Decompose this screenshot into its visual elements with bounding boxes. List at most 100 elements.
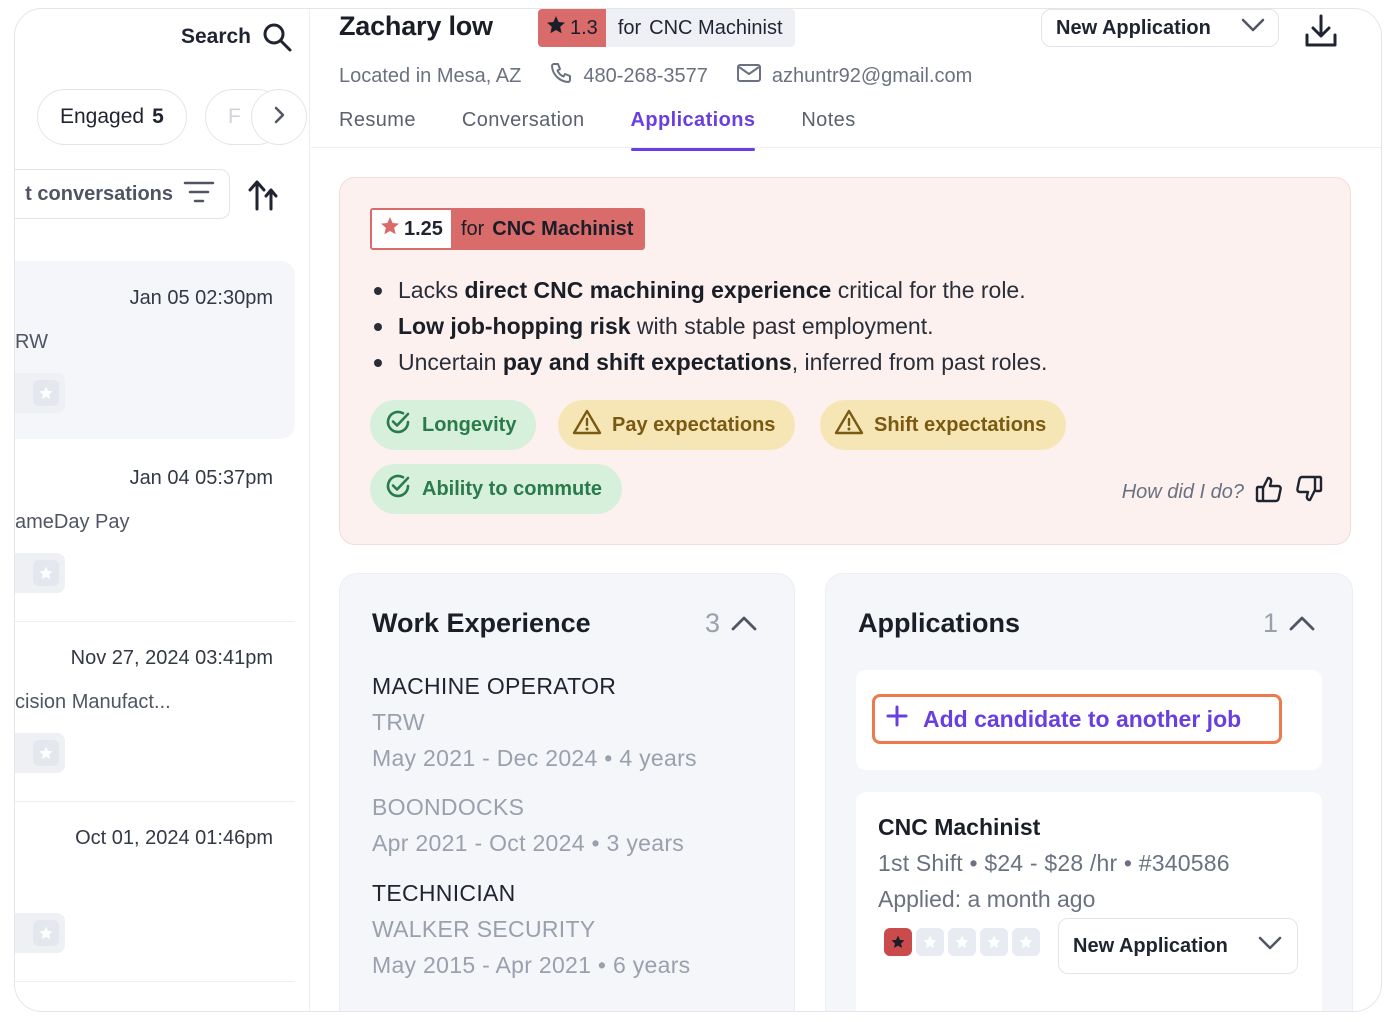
card-count: 1 <box>1262 608 1278 638</box>
candidate-score-chip: 1.3 for CNC Machinist <box>538 9 795 47</box>
summary-bullets: Lacks direct CNC machining experience cr… <box>374 272 1047 380</box>
job-dates: Apr 2021 - Oct 2024 • 3 years <box>372 830 685 856</box>
pill-engaged[interactable]: Engaged 5 <box>37 89 187 145</box>
pills-scroll-right-button[interactable] <box>251 89 307 145</box>
star-icon <box>33 380 59 406</box>
conversation-date: Oct 01, 2024 01:46pm <box>75 827 273 849</box>
chevron-right-icon <box>268 104 290 131</box>
add-application-section: Add candidate to another job <box>856 670 1322 770</box>
application-job-title[interactable]: CNC Machinist <box>878 814 1040 841</box>
candidate-location: Located in Mesa, AZ <box>339 64 522 87</box>
card-title: Applications <box>858 608 1021 638</box>
status-value: New Application <box>1056 16 1211 39</box>
conversation-list-item[interactable]: Nov 27, 2024 03:41pm cision Manufact... <box>15 621 295 799</box>
conversation-rating <box>15 913 65 953</box>
thumbs-down-icon[interactable] <box>1294 474 1324 510</box>
thumbs-up-icon[interactable] <box>1254 474 1284 510</box>
star-rating-2[interactable] <box>916 928 944 956</box>
tab-resume[interactable]: Resume <box>339 105 416 151</box>
work-experience-entry: BOONDOCKS Apr 2021 - Oct 2024 • 3 years <box>372 789 684 861</box>
pill-label: Engaged <box>60 105 145 128</box>
status-value: New Application <box>1073 934 1228 957</box>
pill-label: F <box>228 105 241 128</box>
chevron-down-icon <box>1240 16 1266 40</box>
fit-score-job-title: CNC Machinist <box>492 217 634 240</box>
fit-score-value: 1.25 <box>404 217 443 240</box>
score-number: 1.3 <box>570 16 598 39</box>
job-dates: May 2021 - Dec 2024 • 4 years <box>372 745 697 771</box>
search-label: Search <box>180 25 251 48</box>
candidate-contact-row: Located in Mesa, AZ 480-268-3577 azhuntr… <box>339 61 972 91</box>
star-icon <box>33 920 59 946</box>
summary-bullet: Low job-hopping risk with stable past em… <box>374 308 1047 344</box>
score-job-title: CNC Machinist <box>649 16 783 39</box>
ai-fit-summary: 1.25 for CNC Machinist Lacks direct CNC … <box>339 177 1351 545</box>
chevron-down-icon <box>1257 934 1283 958</box>
conversation-company: cision Manufact... <box>15 691 171 713</box>
conversation-company: ameDay Pay <box>15 511 130 533</box>
sort-button[interactable] <box>247 177 283 218</box>
candidate-detail-panel: Zachary low 1.3 for CNC Machinist New Ap… <box>311 9 1381 1011</box>
job-company: WALKER SECURITY <box>372 916 596 942</box>
star-rating-4[interactable] <box>980 928 1008 956</box>
work-experience-entry: MACHINE OPERATOR TRW May 2021 - Dec 2024… <box>372 668 697 776</box>
tab-applications[interactable]: Applications <box>630 105 756 151</box>
divider <box>15 981 295 982</box>
summary-bullet: Lacks direct CNC machining experience cr… <box>374 272 1047 308</box>
candidate-tabs: Resume Conversation Applications Notes <box>339 105 902 151</box>
star-icon <box>33 740 59 766</box>
conversation-list-item[interactable]: Jan 04 05:37pm ameDay Pay <box>15 441 295 619</box>
warning-icon <box>834 408 864 442</box>
candidate-email[interactable]: azhuntr92@gmail.com <box>772 65 972 88</box>
conversation-list-item[interactable]: Jan 05 02:30pm RW <box>15 261 295 439</box>
card-collapse-toggle[interactable]: 1 <box>1263 608 1316 639</box>
fit-score: 1.25 <box>372 210 451 248</box>
search-button[interactable]: Search <box>181 21 293 53</box>
application-status-select[interactable]: New Application <box>1041 9 1279 47</box>
star-rating-3[interactable] <box>948 928 976 956</box>
card-collapse-toggle[interactable]: 3 <box>705 608 758 639</box>
star-icon <box>380 216 400 242</box>
applications-card: Applications 1 Add candidate to another … <box>825 573 1353 1011</box>
job-company: BOONDOCKS <box>372 794 525 820</box>
conversation-list-item[interactable]: Oct 01, 2024 01:46pm <box>15 801 295 979</box>
star-rating-5[interactable] <box>1012 928 1040 956</box>
download-button[interactable] <box>1303 13 1339 54</box>
sort-arrows-icon <box>247 180 283 217</box>
conversation-rating <box>15 553 65 593</box>
candidate-phone[interactable]: 480-268-3577 <box>583 65 708 88</box>
application-applied-time: Applied: a month ago <box>878 886 1096 912</box>
star-icon <box>33 560 59 586</box>
conversation-sidebar: Search Engaged 5 F t conversations Jan 0… <box>15 9 310 1011</box>
conversation-rating <box>15 733 65 773</box>
conversation-date: Jan 05 02:30pm <box>129 287 273 309</box>
email-icon <box>736 62 762 90</box>
tab-conversation[interactable]: Conversation <box>462 105 585 151</box>
conversation-filter[interactable]: t conversations <box>15 169 230 219</box>
star-rating-1[interactable] <box>884 928 912 956</box>
feedback-prompt: How did I do? <box>1121 480 1244 503</box>
chevron-up-icon <box>1288 608 1316 639</box>
job-title: TECHNICIAN <box>372 880 516 906</box>
tabs-divider <box>311 147 1381 148</box>
job-company: TRW <box>372 709 425 735</box>
conversation-rating <box>15 373 65 413</box>
add-candidate-label: Add candidate to another job <box>923 705 1242 732</box>
warning-icon <box>572 408 602 442</box>
conversation-date: Nov 27, 2024 03:41pm <box>70 647 273 669</box>
check-circle-icon <box>384 408 412 442</box>
conversation-date: Jan 04 05:37pm <box>129 467 273 489</box>
check-circle-icon <box>384 472 412 506</box>
summary-bullet: Uncertain pay and shift expectations, in… <box>374 344 1047 380</box>
status-filter-pills: Engaged 5 F <box>15 89 307 145</box>
phone-icon <box>549 61 573 91</box>
tag-pay-expectations: Pay expectations <box>558 400 796 450</box>
application-rating <box>884 928 1040 956</box>
job-dates: May 2015 - Apr 2021 • 6 years <box>372 952 691 978</box>
tag-longevity: Longevity <box>370 400 537 450</box>
add-candidate-to-job-button[interactable]: Add candidate to another job <box>872 694 1282 744</box>
tab-notes[interactable]: Notes <box>801 105 855 151</box>
filter-label: t conversations <box>25 182 173 205</box>
job-title: MACHINE OPERATOR <box>372 673 617 699</box>
application-status-select[interactable]: New Application <box>1058 918 1298 974</box>
